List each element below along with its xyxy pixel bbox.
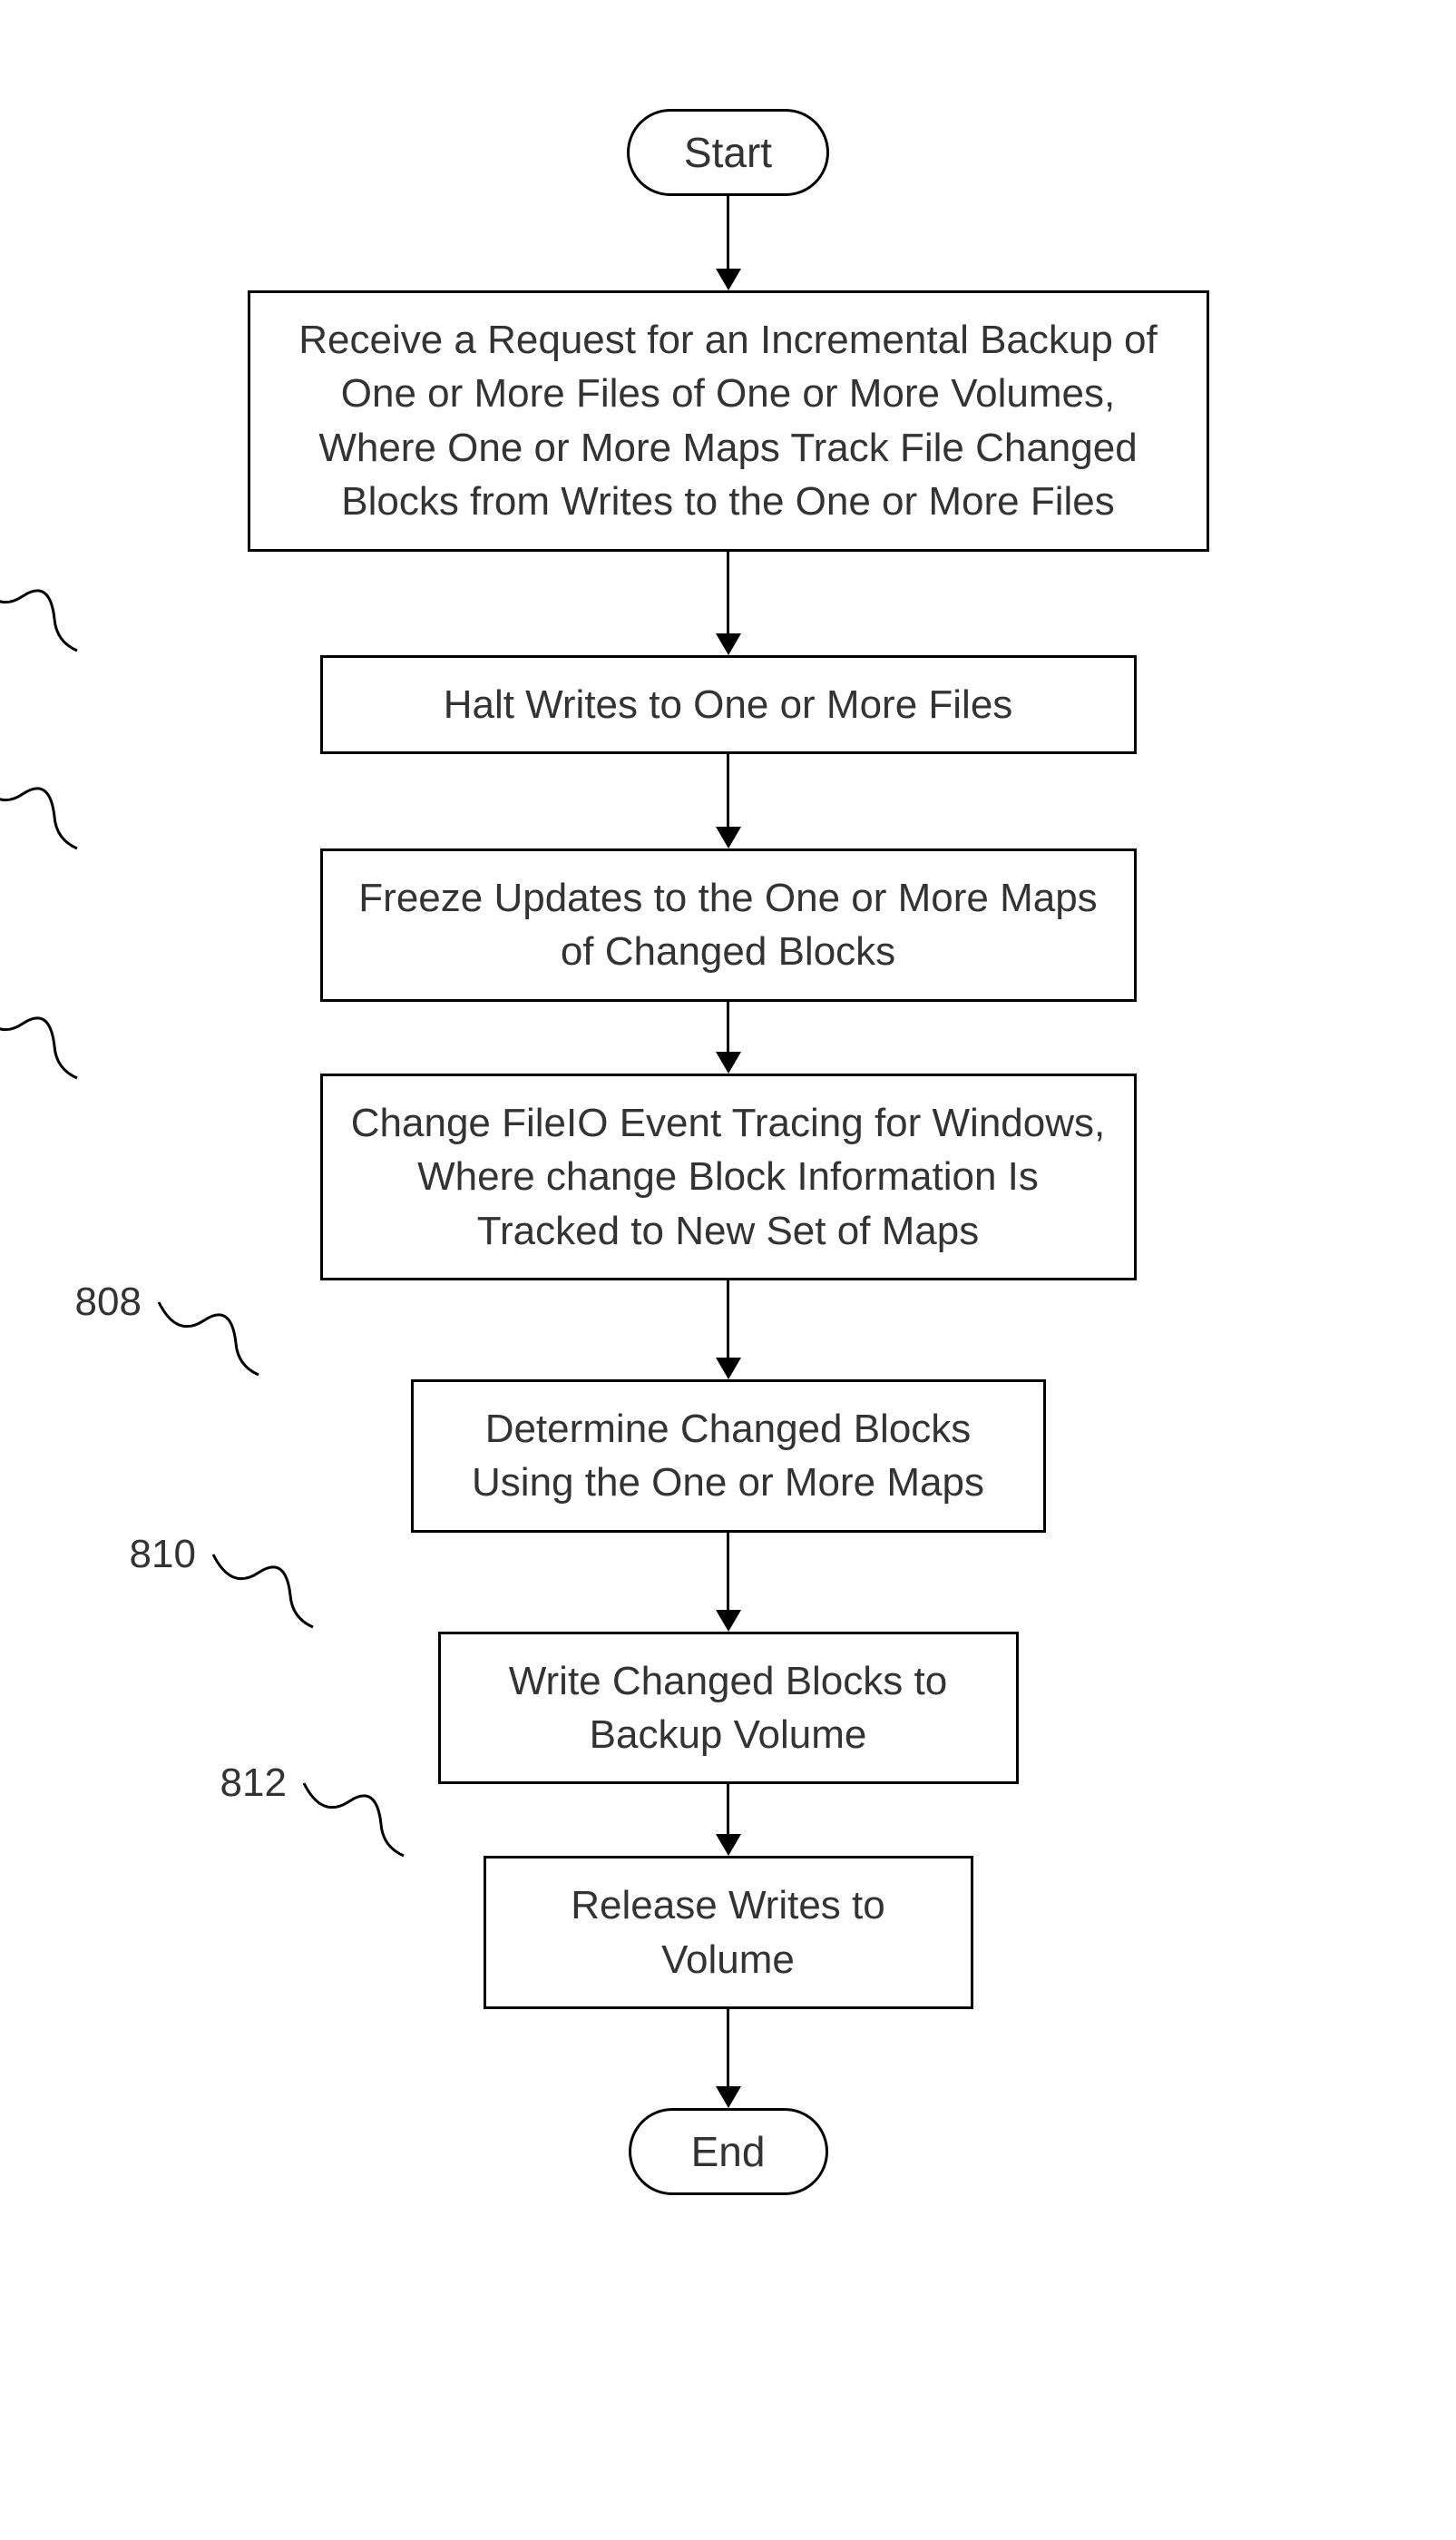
arrow: [716, 552, 741, 655]
arrow: [716, 1533, 741, 1632]
step-804: 804 Freeze Updates to the One or More Ma…: [320, 848, 1137, 1002]
process-806: Change FileIO Event Tracing for Windows,…: [320, 1074, 1137, 1280]
terminal-start: Start: [627, 109, 829, 196]
process-800: Receive a Request for an Incremental Bac…: [248, 290, 1209, 552]
step-810: 810 Write Changed Blocks to Backup Volum…: [438, 1632, 1019, 1785]
arrow: [716, 1784, 741, 1856]
arrow: [716, 754, 741, 848]
arrow: [716, 1002, 741, 1074]
terminal-end: End: [629, 2108, 828, 2195]
process-804: Freeze Updates to the One or More Maps o…: [320, 848, 1137, 1002]
step-802: 802 Halt Writes to One or More Files: [320, 655, 1137, 754]
arrow: [716, 196, 741, 290]
step-808: 808 Determine Changed Blocks Using the O…: [411, 1379, 1046, 1533]
process-812: Release Writes to Volume: [484, 1856, 973, 2009]
step-800: 800 Receive a Request for an Incremental…: [248, 290, 1209, 552]
arrow: [716, 1280, 741, 1379]
step-812: 812 Release Writes to Volume: [484, 1856, 973, 2009]
ref-label-808: 808: [75, 1280, 142, 1325]
step-806: 806 Change FileIO Event Tracing for Wind…: [320, 1074, 1137, 1280]
process-802: Halt Writes to One or More Files: [320, 655, 1137, 754]
arrow: [716, 2009, 741, 2108]
ref-label-812: 812: [220, 1760, 287, 1806]
process-810: Write Changed Blocks to Backup Volume: [438, 1632, 1019, 1785]
flowchart-container: Start 800 Receive a Request for an Incre…: [248, 109, 1209, 2195]
ref-label-810: 810: [130, 1532, 196, 1577]
process-808: Determine Changed Blocks Using the One o…: [411, 1379, 1046, 1533]
